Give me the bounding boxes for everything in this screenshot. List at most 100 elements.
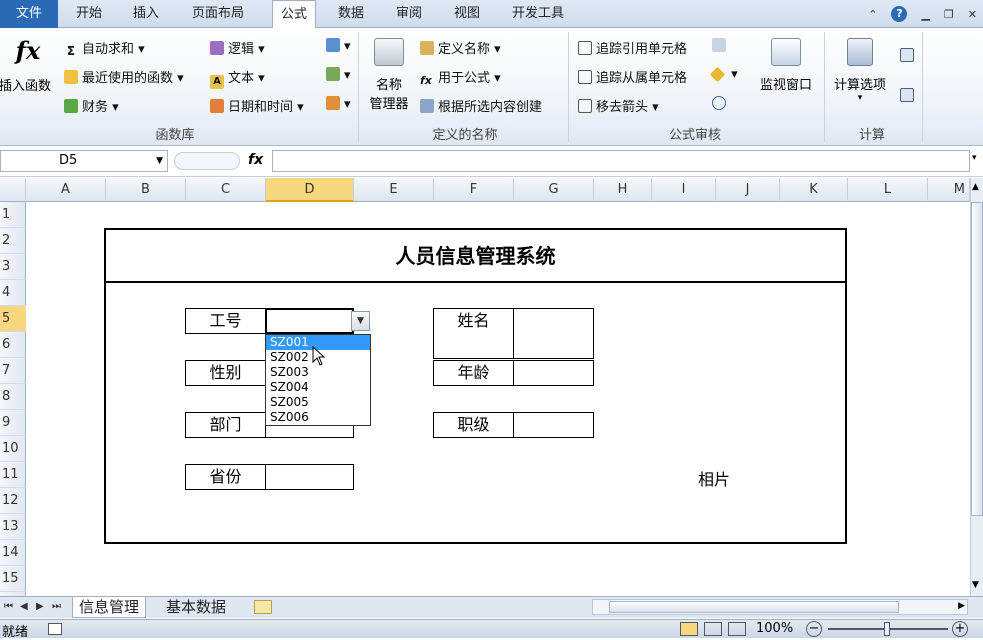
sheet-tab-basic-data[interactable]: 基本数据 (160, 597, 232, 618)
empty-cell[interactable] (433, 333, 514, 359)
datetime-button[interactable]: 日期和时间 ▾ (210, 96, 304, 115)
column-header[interactable]: K (780, 178, 848, 202)
column-header[interactable]: G (514, 178, 594, 202)
column-header[interactable]: A (26, 178, 106, 202)
vertical-scrollbar[interactable]: ▲ ▼ (970, 178, 983, 596)
lookup-button[interactable]: ▾ (326, 38, 351, 54)
row-header[interactable]: 15 (0, 566, 26, 592)
error-checking-button[interactable]: ▾ (709, 66, 738, 83)
formula-bar-expand-icon[interactable]: ▾ (972, 153, 977, 163)
dropdown-arrow-button[interactable]: ▼ (351, 311, 370, 331)
close-icon[interactable]: ✕ (968, 8, 977, 21)
name-cell[interactable] (513, 308, 594, 334)
province-cell[interactable] (265, 464, 354, 490)
tab-page-layout[interactable]: 页面布局 (192, 0, 244, 28)
vertical-scroll-thumb[interactable] (971, 202, 983, 516)
restore-icon[interactable]: ❐ (944, 8, 954, 21)
dropdown-option[interactable]: SZ003 (266, 365, 370, 380)
insert-function-fx-icon[interactable]: fx (248, 152, 263, 168)
employee-id-cell[interactable] (265, 308, 354, 334)
show-formulas-button[interactable] (712, 38, 730, 54)
scroll-right-icon[interactable]: ▶ (958, 601, 965, 611)
trace-precedents-button[interactable]: 追踪引用单元格 (578, 38, 687, 57)
column-header-selected[interactable]: D (266, 178, 354, 202)
calculate-now-button[interactable] (900, 48, 918, 64)
tab-review[interactable]: 审阅 (396, 0, 422, 28)
scroll-up-icon[interactable]: ▲ (972, 182, 979, 192)
page-layout-view-icon[interactable] (704, 622, 722, 636)
normal-view-icon[interactable] (680, 622, 698, 636)
define-name-button[interactable]: 定义名称 ▾ (420, 38, 501, 57)
macro-record-icon[interactable] (48, 623, 62, 635)
column-header[interactable]: I (652, 178, 716, 202)
column-header[interactable]: E (354, 178, 434, 202)
evaluate-formula-button[interactable] (712, 96, 730, 112)
trace-dependents-button[interactable]: 追踪从属单元格 (578, 67, 687, 86)
select-all-corner[interactable] (0, 178, 26, 202)
autosum-button[interactable]: Σ 自动求和 ▾ (64, 38, 145, 58)
column-header[interactable]: C (186, 178, 266, 202)
name-manager-button[interactable]: 名称 管理器 (364, 38, 414, 112)
recent-functions-button[interactable]: 最近使用的函数 ▾ (64, 67, 184, 86)
column-header[interactable]: B (106, 178, 186, 202)
watch-window-button[interactable]: 监视窗口 (752, 38, 820, 93)
calculation-options-button[interactable]: 计算选项 ▾ (828, 38, 892, 103)
row-header[interactable]: 14 (0, 540, 26, 566)
next-sheet-icon[interactable]: ▶ (36, 601, 44, 612)
formula-bar-expand-handle[interactable] (174, 152, 240, 170)
dropdown-option[interactable]: SZ004 (266, 380, 370, 395)
row-header[interactable]: 2 (0, 228, 26, 254)
formula-input[interactable] (272, 150, 970, 172)
page-break-view-icon[interactable] (728, 622, 746, 636)
scroll-down-icon[interactable]: ▼ (972, 580, 979, 590)
collapse-ribbon-icon[interactable]: ⌃ (868, 8, 877, 21)
tab-file[interactable]: 文件 (0, 0, 58, 28)
empty-cell[interactable] (513, 333, 594, 359)
row-header[interactable]: 10 (0, 436, 26, 462)
financial-button[interactable]: 财务 ▾ (64, 96, 119, 115)
row-header[interactable]: 7 (0, 358, 26, 384)
row-header-selected[interactable]: 5 (0, 306, 26, 332)
tab-data[interactable]: 数据 (338, 0, 364, 28)
name-box-dropdown-icon[interactable]: ▼ (156, 151, 163, 171)
tab-home[interactable]: 开始 (76, 0, 102, 28)
dropdown-option[interactable]: SZ006 (266, 410, 370, 425)
row-header[interactable]: 8 (0, 384, 26, 410)
row-header[interactable]: 13 (0, 514, 26, 540)
column-header[interactable]: F (434, 178, 514, 202)
tab-developer[interactable]: 开发工具 (512, 0, 564, 28)
last-sheet-icon[interactable]: ⏭ (52, 601, 61, 612)
math-button[interactable]: ▾ (326, 67, 351, 83)
age-cell[interactable] (513, 360, 594, 386)
column-header[interactable]: J (716, 178, 780, 202)
more-functions-button[interactable]: ▾ (326, 96, 351, 112)
logical-button[interactable]: 逻辑 ▾ (210, 38, 265, 57)
tab-insert[interactable]: 插入 (133, 0, 159, 28)
dropdown-option[interactable]: SZ005 (266, 395, 370, 410)
row-header[interactable]: 12 (0, 488, 26, 514)
prev-sheet-icon[interactable]: ◀ (20, 601, 28, 612)
create-from-selection-button[interactable]: 根据所选内容创建 (420, 96, 542, 115)
zoom-in-icon[interactable]: + (952, 621, 968, 637)
row-header[interactable]: 6 (0, 332, 26, 358)
zoom-slider-thumb[interactable] (884, 622, 890, 636)
text-button[interactable]: A 文本 ▾ (210, 67, 265, 89)
insert-sheet-icon[interactable] (254, 600, 272, 614)
help-icon[interactable]: ? (891, 6, 908, 22)
remove-arrows-button[interactable]: 移去箭头 ▾ (578, 96, 659, 115)
grade-cell[interactable] (513, 412, 594, 438)
tab-view[interactable]: 视图 (454, 0, 480, 28)
row-header[interactable]: 3 (0, 254, 26, 280)
insert-function-button[interactable]: fx 插入函数 (0, 32, 56, 112)
sheet-tab-info-management[interactable]: 信息管理 (72, 597, 147, 618)
zoom-out-icon[interactable]: − (806, 621, 822, 637)
calculate-sheet-button[interactable] (900, 88, 918, 104)
tab-formulas[interactable]: 公式 (272, 0, 317, 29)
horizontal-scrollbar[interactable]: ▶ (592, 599, 968, 615)
row-header[interactable]: 11 (0, 462, 26, 488)
row-header[interactable]: 9 (0, 410, 26, 436)
first-sheet-icon[interactable]: ⏮ (4, 601, 13, 612)
row-header[interactable]: 1 (0, 202, 26, 228)
name-box[interactable]: D5 ▼ (0, 150, 168, 172)
zoom-level[interactable]: 100% (756, 621, 793, 636)
